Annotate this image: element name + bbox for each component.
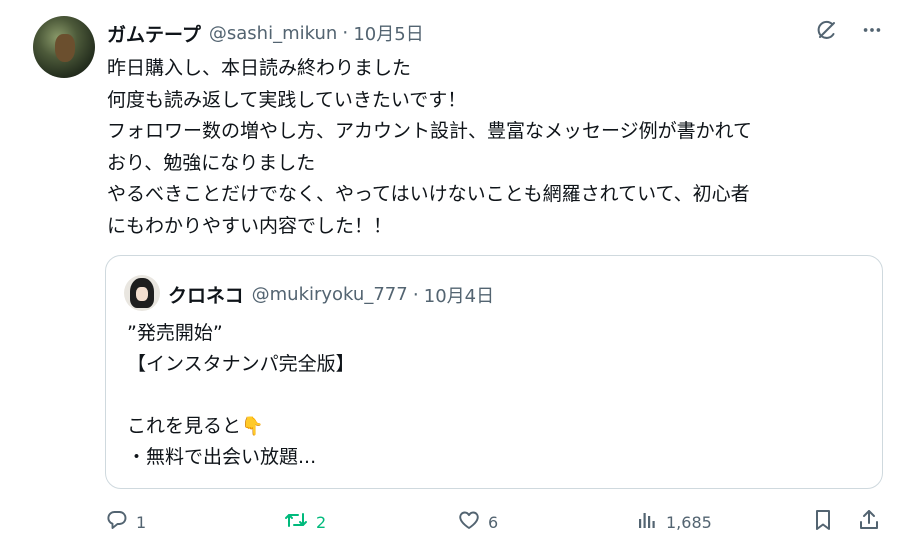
tweet-line: にもわかりやすい内容でした！！ [107, 214, 393, 237]
quote-line [127, 380, 355, 411]
views-button[interactable]: 1,685 [635, 508, 712, 536]
more-icon[interactable] [861, 19, 883, 41]
quote-line: ・無料で出会い放題... [127, 446, 317, 468]
tweet[interactable]: ガムテープ @sashi_mikun · 10月5日 昨日購入し、本日読み終わり… [0, 0, 899, 556]
share-button[interactable] [857, 508, 881, 536]
tweet-line: おり、勉強になりました [107, 151, 316, 174]
quote-line: ”発売開始” [127, 322, 223, 344]
bookmark-button[interactable] [812, 508, 834, 536]
reply-icon [105, 508, 129, 536]
quote-author-handle: @mukiryoku_777 [251, 284, 408, 305]
separator: · [412, 283, 419, 306]
tweet-header: ガムテープ @sashi_mikun · 10月5日 [107, 20, 424, 46]
reply-count: 1 [136, 512, 147, 532]
quoted-tweet[interactable]: クロネコ @mukiryoku_777 · 10月4日 ”発売開始” 【インスタ… [105, 255, 883, 489]
quote-line-text: これを見ると [127, 415, 242, 437]
retweet-icon [283, 508, 309, 536]
quote-author-name: クロネコ [168, 285, 244, 307]
top-actions [815, 18, 883, 42]
tweet-date[interactable]: 10月5日 [353, 20, 423, 46]
author-name[interactable]: ガムテープ [107, 20, 201, 47]
quote-author-avatar [124, 275, 160, 311]
views-icon [635, 508, 659, 536]
author-handle[interactable]: @sashi_mikun [209, 23, 337, 44]
quote-line: 【インスタナンパ完全版】 [127, 353, 355, 375]
bookmark-icon [812, 508, 834, 536]
tweet-line: やるべきことだけでなく、やってはいけないことも網羅されていて、初心者 [107, 183, 750, 205]
quote-text: ”発売開始” 【インスタナンパ完全版】 これを見ると👇 ・無料で出会い放題... [127, 318, 355, 473]
reply-button[interactable]: 1 [105, 508, 146, 536]
tweet-line: 昨日購入し、本日読み終わりました [107, 57, 412, 79]
author-avatar[interactable] [33, 16, 95, 78]
action-bar: 1 2 6 1,685 [105, 508, 885, 538]
pointing-down-emoji: 👇 [241, 416, 264, 437]
separator: · [342, 22, 349, 44]
grok-icon[interactable] [815, 18, 839, 42]
like-icon [457, 508, 481, 536]
retweet-button[interactable]: 2 [283, 508, 326, 536]
share-icon [857, 508, 881, 536]
views-count: 1,685 [666, 512, 712, 532]
like-button[interactable]: 6 [457, 508, 498, 536]
quote-header: クロネコ @mukiryoku_777 · 10月4日 [168, 281, 494, 308]
quote-line: これを見ると👇 [127, 411, 355, 442]
quote-date: 10月4日 [423, 285, 495, 307]
tweet-text: 昨日購入し、本日読み終わりました 何度も読み返して実践していきたいです！ フォロ… [107, 53, 887, 242]
like-count: 6 [488, 512, 499, 532]
tweet-line: 何度も読み返して実践していきたいです！ [107, 88, 467, 111]
tweet-line: フォロワー数の増やし方、アカウント設計、豊富なメッセージ例が書かれて [107, 120, 753, 142]
retweet-count: 2 [316, 512, 327, 532]
